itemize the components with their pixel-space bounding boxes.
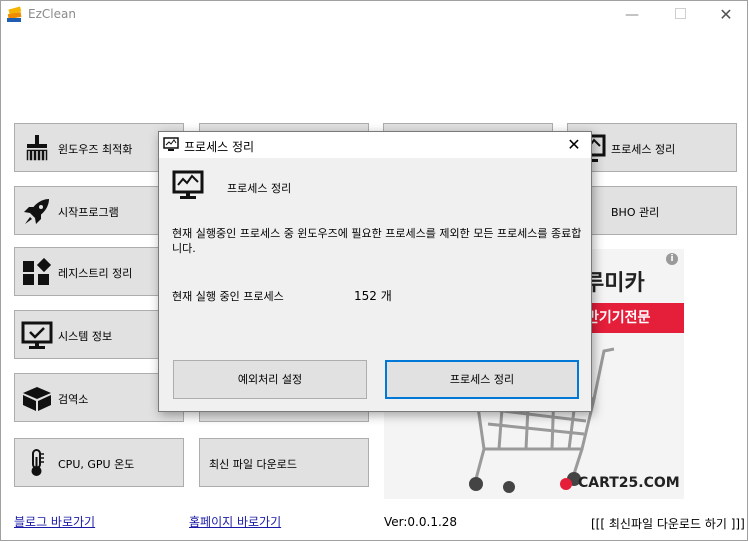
- tile-label: CPU, GPU 온도: [58, 458, 135, 471]
- blog-link[interactable]: 블로그 바로가기: [14, 513, 95, 530]
- app-title: EzClean: [28, 7, 76, 21]
- ad-title: 루미카: [584, 271, 645, 296]
- tile-label: 시작프로그램: [58, 206, 119, 219]
- process-count-label: 현재 실행 중인 프로세스: [172, 290, 284, 303]
- tile-latest-download[interactable]: 최신 파일 다운로드: [199, 438, 369, 487]
- dialog-title-bar: 프로세스 정리 ✕: [159, 132, 591, 158]
- tile-label: BHO 관리: [611, 206, 660, 219]
- rocket-icon: [24, 199, 49, 224]
- dialog-heading: 프로세스 정리: [227, 182, 292, 195]
- tile-label: 검역소: [58, 393, 89, 406]
- monitor-chart-icon: [172, 170, 204, 199]
- ad-logo-dot-icon: [560, 478, 572, 490]
- homepage-link[interactable]: 홈페이지 바로가기: [189, 513, 281, 530]
- blocks-icon: [23, 258, 52, 285]
- exception-settings-button[interactable]: 예외처리 설정: [173, 360, 367, 399]
- monitor-check-icon: [21, 321, 53, 349]
- ad-logo: CART25.COM: [578, 475, 680, 491]
- tile-label: 레지스트리 정리: [58, 267, 133, 280]
- process-clean-button[interactable]: 프로세스 정리: [385, 360, 579, 399]
- tile-temperature[interactable]: CPU, GPU 온도: [14, 438, 184, 487]
- broom-icon: [25, 135, 49, 162]
- maximize-icon: [674, 8, 686, 19]
- close-button[interactable]: ✕: [715, 5, 737, 25]
- ad-subtitle: 반기기전문: [580, 303, 684, 333]
- app-logo-icon: [7, 6, 22, 22]
- main-window: EzClean — ✕ 윈도우즈 최적화 프로세스 정리 시작프로그램 BHO …: [0, 0, 748, 541]
- download-latest-link[interactable]: [[[ 최신파일 다운로드 하기 ]]]: [591, 515, 745, 532]
- tile-label: 최신 파일 다운로드: [209, 458, 297, 471]
- process-clean-dialog: 프로세스 정리 ✕ 프로세스 정리 현재 실행중인 프로세스 중 윈도우즈에 필…: [158, 131, 592, 412]
- title-bar: EzClean — ✕: [1, 1, 747, 31]
- dialog-description: 현재 실행중인 프로세스 중 윈도우즈에 필요한 프로세스를 제외한 모든 프로…: [172, 227, 582, 255]
- box-icon: [23, 387, 51, 411]
- dialog-close-button[interactable]: ✕: [563, 134, 585, 156]
- monitor-chart-icon: [163, 137, 179, 151]
- tile-process-clean[interactable]: 프로세스 정리: [567, 123, 737, 172]
- tile-label: 윈도우즈 최적화: [58, 143, 133, 156]
- tile-label: 시스템 정보: [58, 330, 113, 343]
- tile-bho[interactable]: BHO 관리: [567, 186, 737, 235]
- version-label: Ver:0.0.1.28: [384, 515, 458, 529]
- thermometer-icon: [31, 449, 44, 476]
- minimize-button[interactable]: —: [621, 5, 643, 25]
- process-count-value: 152 개: [354, 289, 392, 303]
- dialog-title: 프로세스 정리: [184, 140, 255, 154]
- tile-label: 프로세스 정리: [611, 143, 676, 156]
- maximize-button[interactable]: [669, 5, 691, 25]
- ad-info-icon[interactable]: i: [666, 253, 678, 265]
